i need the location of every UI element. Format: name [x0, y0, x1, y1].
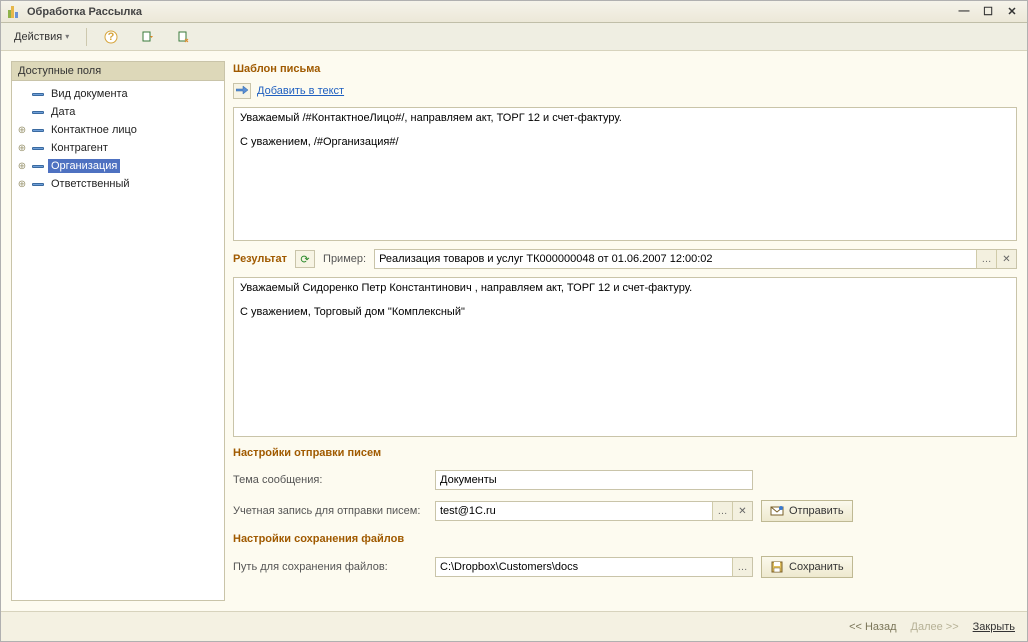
window-title: Обработка Рассылка — [27, 6, 142, 18]
toolbar-button-1[interactable] — [133, 27, 161, 47]
wizard-footer: << Назад Далее >> Закрыть — [1, 611, 1027, 641]
insert-button[interactable] — [233, 83, 251, 99]
expand-icon[interactable]: ⊕ — [16, 125, 28, 136]
result-title: Результат — [233, 253, 287, 265]
clear-button[interactable]: ✕ — [996, 250, 1016, 268]
example-input[interactable] — [375, 250, 976, 268]
send-settings-title: Настройки отправки писем — [233, 447, 1017, 459]
account-select-button[interactable]: … — [712, 502, 732, 520]
tree-item-counterparty[interactable]: ⊕ Контрагент — [14, 139, 222, 157]
template-title: Шаблон письма — [233, 63, 1017, 75]
save-button-label: Сохранить — [789, 561, 844, 573]
toolbar-button-2[interactable] — [169, 27, 197, 47]
close-link[interactable]: Закрыть — [973, 621, 1015, 633]
tree-label: Ответственный — [48, 177, 133, 191]
help-icon: ? — [104, 30, 118, 44]
toolbar-separator — [86, 28, 87, 46]
field-icon — [32, 93, 44, 96]
add-to-text-row: Добавить в текст — [233, 83, 1017, 99]
subject-row: Тема сообщения: — [233, 470, 1017, 490]
content-area: Доступные поля Вид документа Дата ⊕ Конт… — [1, 51, 1027, 611]
example-label: Пример: — [323, 253, 366, 265]
path-label: Путь для сохранения файлов: — [233, 561, 427, 573]
tree-item-date[interactable]: Дата — [14, 103, 222, 121]
svg-text:?: ? — [108, 31, 115, 43]
next-link: Далее >> — [911, 621, 959, 633]
tree-label: Вид документа — [48, 87, 131, 101]
help-button[interactable]: ? — [97, 27, 125, 47]
minimize-button[interactable]: — — [955, 5, 973, 18]
add-to-text-link[interactable]: Добавить в текст — [257, 85, 344, 97]
account-clear-button[interactable]: ✕ — [732, 502, 752, 520]
path-browse-button[interactable]: … — [732, 558, 752, 576]
select-button[interactable]: … — [976, 250, 996, 268]
document-arrow-icon — [140, 30, 154, 44]
account-input[interactable] — [436, 502, 712, 520]
save-settings-title: Настройки сохранения файлов — [233, 533, 1017, 545]
tree-item-doc-type[interactable]: Вид документа — [14, 85, 222, 103]
template-textarea[interactable]: Уважаемый /#КонтактноеЛицо#/, направляем… — [233, 107, 1017, 241]
send-button-label: Отправить — [789, 505, 844, 517]
floppy-icon — [770, 560, 784, 574]
window-controls: — ☐ ✕ — [955, 5, 1021, 18]
expand-icon[interactable]: ⊕ — [16, 161, 28, 172]
fields-tree[interactable]: Вид документа Дата ⊕ Контактное лицо ⊕ К… — [12, 81, 224, 600]
field-icon — [32, 147, 44, 150]
field-icon — [32, 129, 44, 132]
refresh-button[interactable]: ⟳ — [295, 250, 315, 268]
account-label: Учетная запись для отправки писем: — [233, 505, 427, 517]
right-pane: Шаблон письма Добавить в текст Уважаемый… — [233, 61, 1017, 601]
arrow-right-icon — [236, 85, 248, 98]
send-button[interactable]: Отправить — [761, 500, 853, 522]
tree-item-organization[interactable]: ⊕ Организация — [14, 157, 222, 175]
path-combo[interactable]: … — [435, 557, 753, 577]
tree-item-responsible[interactable]: ⊕ Ответственный — [14, 175, 222, 193]
subject-label: Тема сообщения: — [233, 474, 427, 486]
tree-label: Организация — [48, 159, 120, 173]
field-icon — [32, 183, 44, 186]
tree-item-contact[interactable]: ⊕ Контактное лицо — [14, 121, 222, 139]
actions-menu[interactable]: Действия ▾ — [7, 28, 76, 46]
subject-input[interactable] — [435, 470, 753, 490]
app-window: Обработка Рассылка — ☐ ✕ Действия ▾ ? — [0, 0, 1028, 642]
account-row: Учетная запись для отправки писем: … ✕ О… — [233, 500, 1017, 522]
expand-icon[interactable]: ⊕ — [16, 143, 28, 154]
chevron-down-icon: ▾ — [65, 32, 69, 41]
tree-label: Дата — [48, 105, 78, 119]
expand-icon[interactable]: ⊕ — [16, 179, 28, 190]
back-link[interactable]: << Назад — [849, 621, 896, 633]
app-icon — [7, 5, 21, 19]
tree-label: Контактное лицо — [48, 123, 140, 137]
close-button[interactable]: ✕ — [1003, 5, 1021, 18]
refresh-icon: ⟳ — [300, 253, 309, 266]
fields-pane: Доступные поля Вид документа Дата ⊕ Конт… — [11, 61, 225, 601]
field-icon — [32, 111, 44, 114]
example-combo[interactable]: … ✕ — [374, 249, 1017, 269]
tree-label: Контрагент — [48, 141, 111, 155]
titlebar: Обработка Рассылка — ☐ ✕ — [1, 1, 1027, 23]
actions-label: Действия — [14, 31, 62, 43]
field-icon — [32, 165, 44, 168]
save-button[interactable]: Сохранить — [761, 556, 853, 578]
result-header-row: Результат ⟳ Пример: … ✕ — [233, 249, 1017, 269]
result-textarea[interactable]: Уважаемый Сидоренко Петр Константинович … — [233, 277, 1017, 437]
path-input[interactable] — [436, 558, 732, 576]
toolbar: Действия ▾ ? — [1, 23, 1027, 51]
account-combo[interactable]: … ✕ — [435, 501, 753, 521]
document-check-icon — [176, 30, 190, 44]
envelope-icon — [770, 504, 784, 518]
path-row: Путь для сохранения файлов: … Сохранить — [233, 556, 1017, 578]
fields-pane-header: Доступные поля — [12, 62, 224, 81]
maximize-button[interactable]: ☐ — [979, 5, 997, 18]
